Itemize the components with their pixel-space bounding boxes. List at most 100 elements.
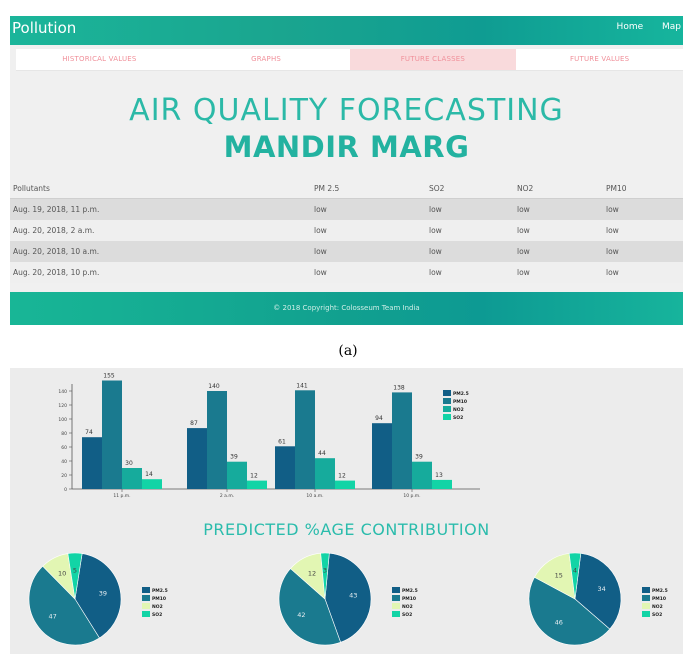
table-cell: low [603, 198, 683, 220]
legend-label: NO2 [453, 407, 464, 413]
bar [295, 390, 315, 489]
column-header: Pollutants [10, 178, 311, 199]
pie-slice-label: 47 [48, 613, 56, 621]
table-cell: low [311, 241, 426, 262]
table-cell: low [603, 220, 683, 241]
legend-label: SO2 [152, 612, 162, 618]
navbar: Pollution Home Map [10, 16, 683, 45]
bar-value-label: 30 [125, 460, 133, 467]
nav-link-map[interactable]: Map [662, 22, 681, 32]
y-tick-label: 100 [58, 417, 67, 423]
bar [275, 446, 295, 489]
column-header: SO2 [426, 178, 514, 199]
y-tick-label: 0 [64, 487, 67, 493]
pie-slice-label: 39 [99, 589, 107, 597]
table-cell: low [603, 241, 683, 262]
column-header: NO2 [514, 178, 603, 199]
tab-future-values[interactable]: FUTURE VALUES [516, 49, 683, 70]
bar-value-label: 155 [103, 373, 115, 380]
page-title: AIR QUALITY FORECASTING [129, 93, 564, 128]
pie-chart-2: 43 42 12 3 PM2.5 PM10 NO2 SO2 [278, 552, 418, 646]
bar-value-label: 141 [296, 382, 308, 389]
table-cell: low [514, 220, 603, 241]
y-tick-label: 40 [61, 459, 67, 465]
y-tick-label: 120 [58, 403, 67, 409]
nav-link-home[interactable]: Home [617, 22, 644, 32]
tab-bar: HISTORICAL VALUES GRAPHS FUTURE CLASSES … [16, 49, 683, 71]
table-cell: Aug. 20, 2018, 10 p.m. [10, 262, 311, 283]
legend-swatch [142, 603, 150, 609]
legend-label: PM10 [402, 596, 416, 602]
table-cell: low [514, 198, 603, 220]
bar [335, 480, 355, 489]
legend-swatch [642, 587, 650, 593]
bar [82, 437, 102, 489]
legend-label: PM10 [652, 596, 666, 602]
legend-swatch [443, 406, 451, 412]
pie-slice-label: 42 [297, 611, 305, 619]
table-cell: Aug. 20, 2018, 2 a.m. [10, 220, 311, 241]
legend-swatch [392, 603, 400, 609]
bar-value-label: 12 [250, 473, 258, 480]
table-cell: low [311, 198, 426, 220]
y-tick-label: 60 [61, 445, 67, 451]
legend-label: PM2.5 [402, 588, 418, 594]
bar-value-label: 94 [375, 415, 383, 422]
y-tick-label: 140 [58, 389, 67, 395]
pollutant-table: Pollutants PM 2.5 SO2 NO2 PM10 Aug. 19, … [10, 178, 683, 283]
bar-value-label: 14 [145, 471, 153, 478]
legend-swatch [443, 390, 451, 396]
legend-label: SO2 [652, 612, 662, 618]
tab-historical-values[interactable]: HISTORICAL VALUES [16, 49, 183, 70]
legend-label: NO2 [152, 604, 163, 610]
pie-slice-label: 3 [323, 566, 327, 574]
table-cell: low [426, 220, 514, 241]
bar-value-label: 87 [190, 420, 198, 427]
page-subtitle: MANDIR MARG [223, 130, 470, 164]
table-cell: Aug. 19, 2018, 11 p.m. [10, 198, 311, 220]
x-tick-label: 11 p.m. [113, 493, 130, 499]
tab-graphs[interactable]: GRAPHS [183, 49, 350, 70]
percent-contribution-title: PREDICTED %AGE CONTRIBUTION [203, 520, 490, 539]
legend-label: PM10 [453, 399, 467, 405]
table-cell: low [311, 220, 426, 241]
x-tick-label: 10 a.m. [306, 493, 323, 499]
bar-value-label: 140 [208, 383, 220, 390]
legend-swatch [142, 587, 150, 593]
table-row: Aug. 20, 2018, 2 a.m. low low low low [10, 220, 683, 241]
bar [315, 458, 335, 489]
tab-future-classes[interactable]: FUTURE CLASSES [349, 49, 517, 70]
legend-swatch [142, 611, 150, 617]
bar [412, 461, 432, 489]
pie-slice-label: 34 [598, 585, 606, 593]
x-tick-label: 10 p.m. [403, 493, 420, 499]
legend-swatch [642, 611, 650, 617]
bar [102, 380, 122, 489]
nav-links: Home Map [601, 22, 681, 32]
table-cell: low [426, 198, 514, 220]
legend-swatch [392, 595, 400, 601]
pie-chart-1: 39 47 10 5 PM2.5 PM10 NO2 SO2 [28, 552, 168, 646]
footer: © 2018 Copyright: Colosseum Team India [10, 292, 683, 325]
bar [122, 468, 142, 489]
legend-label: PM10 [152, 596, 166, 602]
y-tick-label: 80 [61, 431, 67, 437]
bar-value-label: 12 [338, 473, 346, 480]
screenshot-a: Pollution Home Map HISTORICAL VALUES GRA… [10, 16, 683, 325]
pie-slice-label: 12 [308, 570, 316, 578]
brand[interactable]: Pollution [12, 19, 76, 37]
bar-value-label: 39 [415, 454, 423, 461]
table-cell: low [514, 262, 603, 283]
pie-slice-label: 46 [555, 618, 563, 626]
pie-slice-label: 10 [58, 570, 66, 578]
bar [207, 391, 227, 489]
bar-value-label: 61 [278, 438, 286, 445]
table-cell: low [426, 241, 514, 262]
legend-swatch [392, 587, 400, 593]
pie-slice-label: 15 [555, 572, 563, 580]
table-row: Aug. 19, 2018, 11 p.m. low low low low [10, 198, 683, 220]
legend-label: NO2 [402, 604, 413, 610]
y-tick-label: 20 [61, 473, 67, 479]
pie-slice-label: 4 [573, 566, 577, 574]
legend-swatch [642, 595, 650, 601]
